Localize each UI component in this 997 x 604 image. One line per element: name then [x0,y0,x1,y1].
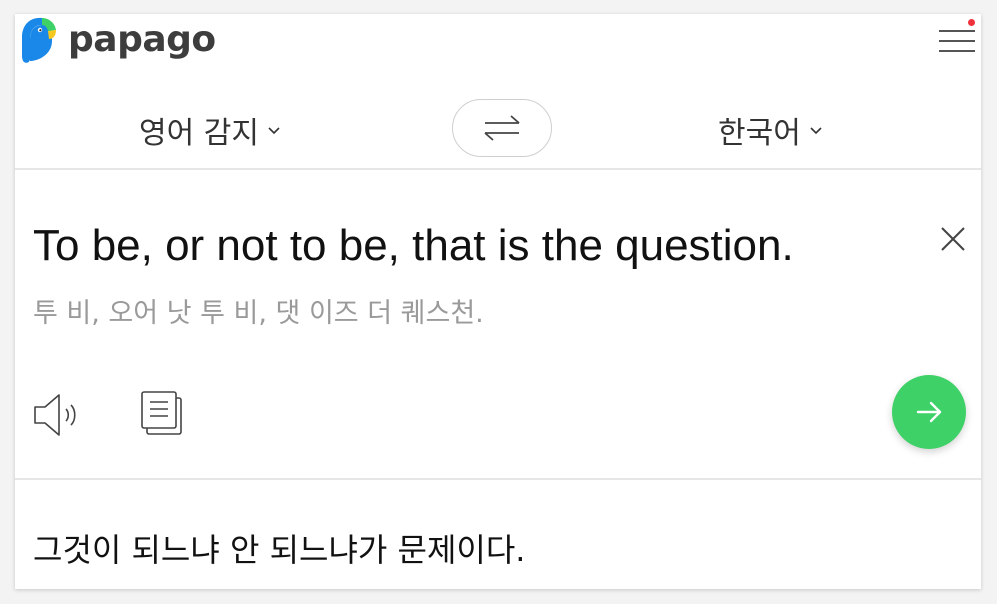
source-language-label: 영어 감지 [139,116,259,151]
speaker-icon [34,394,76,436]
logo-text: papago [68,19,216,60]
listen-button[interactable] [33,392,85,438]
hamburger-menu-icon [939,30,975,32]
copy-icon [141,391,182,435]
target-language-label: 한국어 [718,116,801,151]
translation-result-text: 그것이 되느냐 안 되느냐가 문제이다. [33,531,526,569]
chevron-down-icon [268,127,280,135]
hamburger-menu-bar [939,50,975,52]
notification-dot [968,19,975,26]
clear-button[interactable] [936,222,970,256]
source-input-area[interactable]: To be, or not to be, that is the questio… [15,172,981,480]
target-language-select[interactable]: 한국어 [718,108,823,152]
translation-result-area: 그것이 되느냐 안 되느냐가 문제이다. [15,482,981,589]
hamburger-menu-bar [939,40,975,42]
swap-languages-button[interactable] [452,99,552,157]
source-language-select[interactable]: 영어 감지 [139,108,281,152]
papago-logo[interactable]: papago [18,14,216,66]
pronunciation-text: 투 비, 오어 낫 투 비, 댓 이즈 더 퀘스천. [33,298,484,329]
chevron-down-icon [810,127,822,135]
header: papago [15,14,981,66]
menu-button[interactable] [937,19,977,60]
arrow-right-icon [916,401,942,423]
swap-arrows-icon [484,115,520,141]
source-text-input[interactable]: To be, or not to be, that is the questio… [33,220,893,272]
parrot-logo-icon [22,17,56,63]
translator-card: papago 영어 감지 한국어 To be, or not to be, th… [15,14,981,589]
translate-button[interactable] [892,375,966,449]
language-bar: 영어 감지 한국어 [15,94,981,170]
copy-button[interactable] [139,388,187,436]
close-icon [941,227,965,251]
